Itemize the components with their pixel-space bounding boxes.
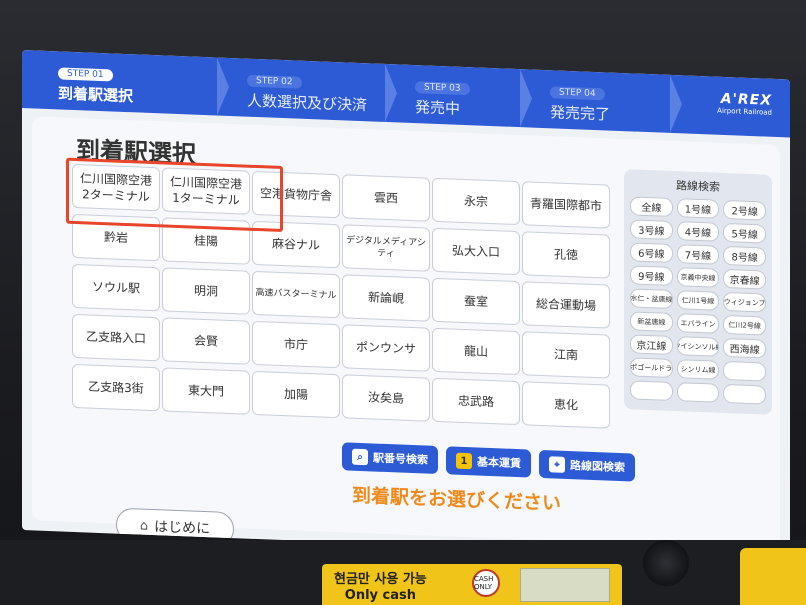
line-search-title: 路線検索: [676, 179, 720, 194]
line-button[interactable]: 京江線: [630, 334, 673, 355]
station-number-search-label: 駅番号検索: [373, 451, 428, 467]
line-button[interactable]: 仁川2号線: [723, 314, 766, 336]
route-map-search-label: 路線図検索: [570, 459, 625, 475]
station-button[interactable]: 忠武路: [432, 377, 520, 426]
line-button[interactable]: 京義中央線: [676, 267, 720, 288]
cash-only-korean: 현금만 사용 가능: [334, 572, 427, 587]
line-button[interactable]: 西海線: [723, 337, 766, 359]
instruction-prompt: 到着駅をお選びください: [352, 484, 562, 515]
line-button[interactable]: 1号線: [676, 198, 720, 219]
red-highlight-box: [66, 157, 283, 233]
cash-slot[interactable]: 현금만 사용 가능 Only cash CASH ONLY: [322, 564, 622, 605]
station-button[interactable]: 蚕室: [432, 277, 520, 326]
line-button[interactable]: 8号線: [723, 245, 766, 267]
station-button[interactable]: 孔徳: [522, 231, 610, 279]
line-button[interactable]: キンポゴールドライン: [630, 357, 673, 378]
home-icon: ⌂: [139, 518, 149, 534]
step-2: STEP 02 人数選択及び決済: [217, 57, 385, 121]
no-card-icon: CASH ONLY: [472, 569, 500, 597]
station-button[interactable]: デジタルメディアシティ: [342, 224, 430, 272]
step-title: 到着駅選択: [58, 84, 134, 106]
step-number: STEP 02: [247, 74, 302, 89]
station-button[interactable]: ソウル駅: [72, 263, 160, 312]
station-button[interactable]: 加陽: [252, 370, 340, 419]
banknote-image: [520, 568, 610, 602]
station-button[interactable]: 市庁: [252, 320, 340, 369]
step-number: STEP 03: [415, 81, 470, 96]
station-button[interactable]: 龍山: [432, 327, 520, 376]
station-button[interactable]: 永宗: [432, 177, 520, 226]
main-panel: 到着駅選択 仁川国際空港 2ターミナル 仁川国際空港 1ターミナル 空港貨物庁舎…: [32, 116, 780, 550]
line-button[interactable]: 水仁・盆唐線: [630, 288, 673, 309]
step-number: STEP 01: [58, 67, 113, 82]
line-button-empty: [723, 360, 766, 382]
line-button[interactable]: シンリム線: [676, 359, 720, 380]
station-button[interactable]: 明洞: [162, 267, 250, 315]
basic-fare-button[interactable]: 1 基本運賃: [446, 446, 531, 478]
line-search-panel: 路線検索 全線 1号線 2号線 3号線 4号線 5号線 6号線 7号線 8号線 …: [624, 169, 772, 415]
map-pin-icon: ⌖: [549, 456, 565, 473]
station-button[interactable]: 乙支路3街: [72, 363, 160, 412]
station-number-search-button[interactable]: ⌕ 駅番号検索: [342, 442, 438, 474]
fare-icon: 1: [456, 452, 472, 470]
station-button[interactable]: 恵化: [522, 381, 610, 429]
station-button[interactable]: 弘大入口: [432, 227, 520, 276]
home-button-label: はじめに: [154, 519, 211, 538]
cash-only-english: Only cash: [344, 588, 416, 604]
line-button[interactable]: エバライン: [676, 313, 720, 334]
line-button-all[interactable]: 全線: [630, 196, 673, 217]
cash-only-notice: 현금만 사용 가능 Only cash: [334, 572, 427, 605]
step-title: 発売完了: [550, 103, 611, 124]
line-button[interactable]: 9号線: [630, 265, 673, 286]
station-button[interactable]: 総合運動場: [522, 281, 610, 329]
basic-fare-label: 基本運賃: [477, 455, 521, 471]
line-button[interactable]: 3号線: [630, 219, 673, 240]
speaker-grille: [643, 540, 689, 586]
station-button[interactable]: 高速バスターミナル: [252, 270, 340, 319]
station-button[interactable]: 青羅国際都市: [522, 181, 610, 229]
station-button[interactable]: 乙支路入口: [72, 313, 160, 362]
station-button[interactable]: 会賢: [162, 317, 250, 365]
line-button[interactable]: 4号線: [676, 221, 720, 242]
action-buttons: ⌕ 駅番号検索 1 基本運賃 ⌖ 路線図検索: [342, 442, 635, 482]
station-button[interactable]: 汝矣島: [342, 374, 430, 422]
step-title: 人数選択及び決済: [247, 91, 368, 115]
line-button[interactable]: ウイシンソル線: [676, 336, 720, 357]
station-button[interactable]: 新論峴: [342, 274, 430, 322]
line-button[interactable]: 6号線: [630, 242, 673, 263]
line-button[interactable]: 2号線: [723, 199, 766, 221]
line-button-empty: [723, 383, 766, 405]
station-button[interactable]: 江南: [522, 331, 610, 379]
line-button[interactable]: ウィジョンブ: [723, 291, 766, 313]
route-map-search-button[interactable]: ⌖ 路線図検索: [539, 449, 635, 482]
line-button-empty: [676, 382, 720, 403]
station-button[interactable]: 雲西: [342, 174, 430, 222]
logo-subtitle: Airport Railroad: [717, 106, 772, 117]
station-button[interactable]: ポンウンサ: [342, 324, 430, 372]
search-icon: ⌕: [352, 448, 368, 466]
station-button[interactable]: 東大門: [162, 367, 250, 415]
step-3: STEP 03 発売中: [385, 64, 520, 127]
arex-logo: A'REX Airport Railroad: [717, 91, 772, 117]
line-button[interactable]: 仁川1号線: [676, 290, 720, 311]
step-1: STEP 01 到着駅選択: [22, 50, 217, 115]
line-button[interactable]: 5号線: [723, 222, 766, 244]
step-4: STEP 04 発売完了: [520, 69, 670, 133]
step-title: 発売中: [415, 98, 461, 118]
line-button[interactable]: 7号線: [676, 244, 720, 265]
line-button[interactable]: 新盆唐線: [630, 311, 673, 332]
step-number: STEP 04: [550, 86, 605, 101]
line-button-grid: 全線 1号線 2号線 3号線 4号線 5号線 6号線 7号線 8号線 9号線 京…: [630, 196, 766, 405]
ticket-slot: [740, 548, 806, 605]
line-button[interactable]: 京春線: [723, 268, 766, 290]
line-button-empty: [630, 380, 673, 401]
kiosk-screen: STEP 01 到着駅選択 STEP 02 人数選択及び決済 STEP 03 発…: [22, 50, 790, 560]
